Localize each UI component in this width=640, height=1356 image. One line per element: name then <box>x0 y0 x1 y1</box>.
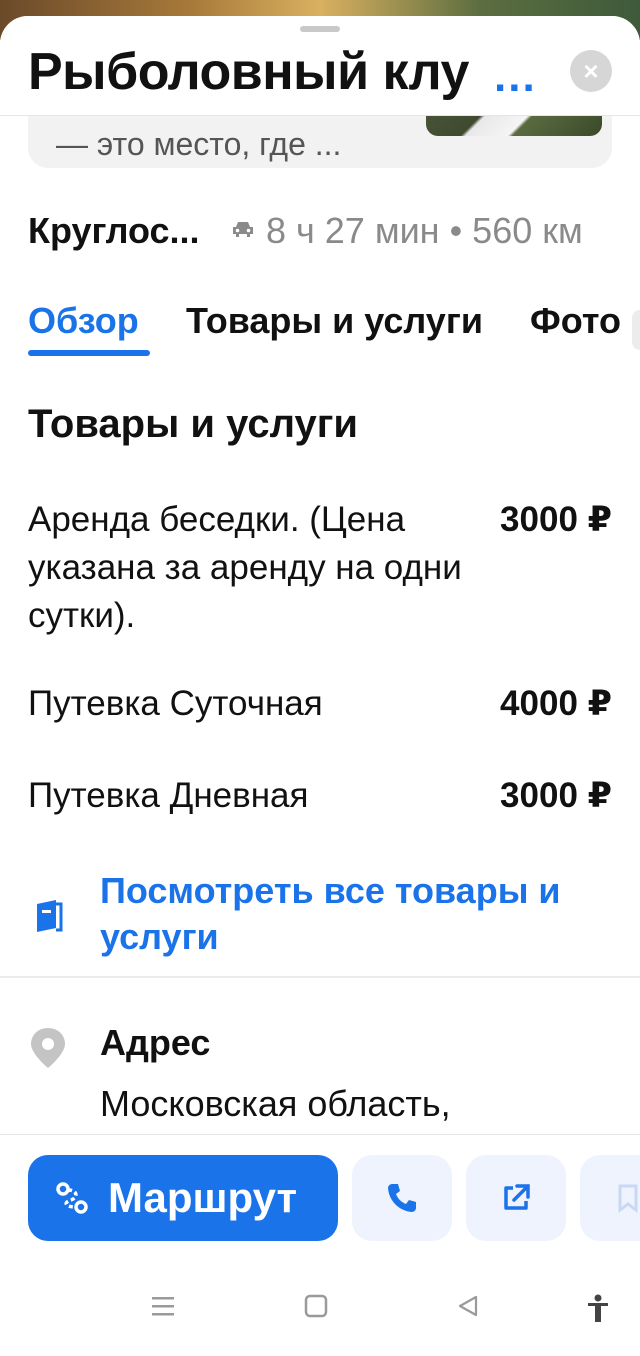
tab-goods-services[interactable]: Товары и услуги <box>186 300 483 342</box>
place-header: Рыболовный клу ... × <box>0 16 640 116</box>
action-bar: Маршрут <box>0 1134 640 1264</box>
bookmark-icon <box>618 1184 638 1213</box>
service-item[interactable]: Аренда беседки. (Цена указана за аренду … <box>28 496 612 646</box>
place-card-content[interactable]: — это место, где ... Круглос... 8 ч 27 м… <box>0 16 640 1150</box>
working-hours[interactable]: Круглос... <box>28 210 200 252</box>
book-icon <box>37 900 63 932</box>
share-icon <box>504 1184 530 1210</box>
call-button[interactable] <box>352 1155 452 1241</box>
services-heading: Товары и услуги <box>28 402 358 446</box>
service-item[interactable]: Путевка Суточная 4000 ₽ <box>28 680 612 730</box>
route-button-label: Маршрут <box>108 1174 298 1221</box>
place-card-sheet: — это место, где ... Круглос... 8 ч 27 м… <box>0 16 640 1356</box>
tab-bar: Обзор Товары и услуги Фото <box>0 300 640 360</box>
all-services-link-label: Посмотреть все товары и услуги <box>100 870 561 957</box>
description-text: — это место, где ... <box>56 126 342 162</box>
car-icon <box>233 222 253 237</box>
title-more-button[interactable]: ... <box>494 52 537 102</box>
bookmark-button[interactable] <box>580 1155 640 1241</box>
service-name: Аренда беседки. (Цена указана за аренду … <box>28 500 462 635</box>
service-item[interactable]: Путевка Дневная 3000 ₽ <box>28 772 612 822</box>
tab-overview[interactable]: Обзор <box>28 300 139 342</box>
share-button[interactable] <box>466 1155 566 1241</box>
tab-next-peek <box>632 310 640 350</box>
place-title: Рыболовный клу <box>28 43 469 101</box>
info-line: Круглос... 8 ч 27 мин • 560 км <box>28 210 618 254</box>
back-icon[interactable] <box>456 1294 480 1318</box>
service-name: Путевка Дневная <box>28 776 309 815</box>
route-distance: 8 ч 27 мин • 560 км <box>266 210 583 251</box>
close-button[interactable]: × <box>570 50 612 92</box>
home-icon[interactable] <box>304 1294 328 1318</box>
recent-apps-icon[interactable] <box>150 1294 176 1318</box>
route-button[interactable]: Маршрут <box>28 1155 338 1241</box>
service-name: Путевка Суточная <box>28 684 323 723</box>
accessibility-icon[interactable] <box>586 1294 610 1324</box>
service-price: 3000 ₽ <box>500 500 612 539</box>
sheet-drag-handle[interactable] <box>300 26 340 32</box>
system-navigation-bar <box>0 1264 640 1356</box>
service-price: 3000 ₽ <box>500 776 612 815</box>
location-pin-icon <box>31 1028 65 1068</box>
service-price: 4000 ₽ <box>500 684 612 723</box>
section-divider <box>0 976 640 978</box>
all-services-link[interactable]: Посмотреть все товары и услуги <box>28 868 612 968</box>
route-icon <box>56 1182 88 1214</box>
address-section[interactable]: Адрес Московская область, Волоколамский <box>28 1004 612 1150</box>
address-label: Адрес <box>100 1022 211 1063</box>
active-tab-indicator <box>28 350 150 356</box>
phone-icon <box>388 1184 416 1212</box>
tab-photo[interactable]: Фото <box>530 300 621 342</box>
